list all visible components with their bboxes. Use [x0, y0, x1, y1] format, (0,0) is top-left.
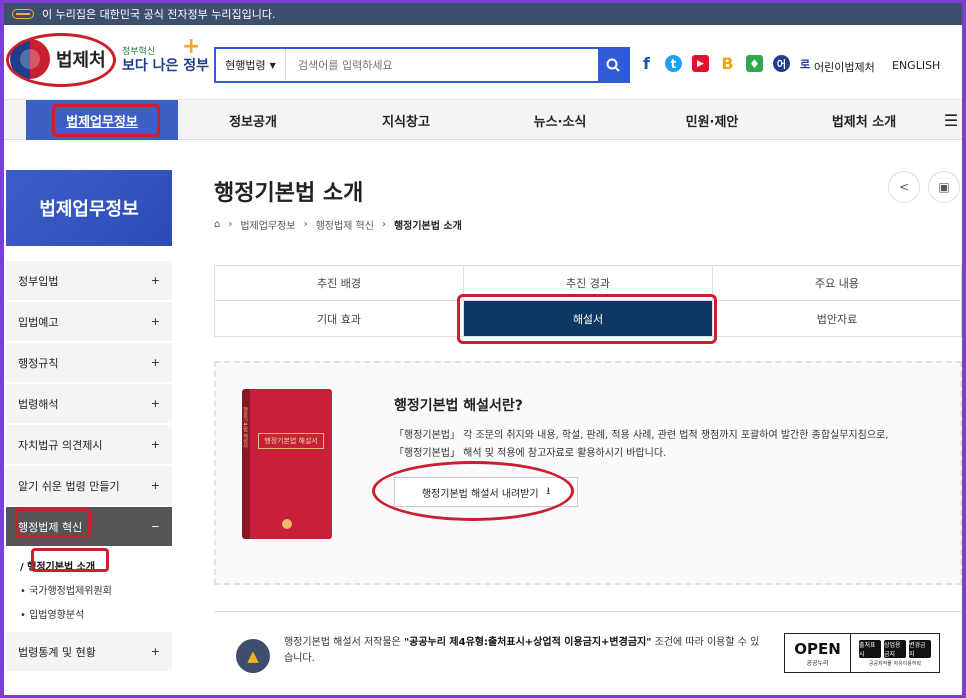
sidebar-item-statistics[interactable]: 법령통계 및 현황 +: [6, 632, 172, 672]
site-header: 법제처 정부혁신 보다 나은 정부 + 현행법령 ▼ f t ▶ B ♦ 어 로: [4, 25, 962, 100]
tab-expected-effects[interactable]: 기대 효과: [215, 301, 464, 336]
hamburger-icon[interactable]: ☰: [940, 100, 962, 140]
highlight-ring: [372, 461, 574, 521]
gov-innovation-slogan: 정부혁신 보다 나은 정부 +: [122, 34, 210, 75]
search-input[interactable]: [286, 49, 598, 81]
sidebar-item-admin-rules[interactable]: 행정규칙 +: [6, 343, 172, 383]
sidebar: 법제업무정보 정부입법 + 입법예고 + 행정규칙 + 법령해석 + 자치법규 의견제시…: [4, 140, 182, 695]
plus-icon: +: [150, 274, 160, 287]
twitter-icon[interactable]: t: [665, 55, 682, 72]
warning-icon: ▲: [236, 639, 270, 673]
book-label: 행정기본법 해설서: [258, 433, 324, 449]
license-notice: 행정기본법 해설서 저작물은 "공공누리 제4유형:출처표시+상업적 이용금지+…: [284, 637, 760, 664]
home-icon[interactable]: ⌂: [214, 219, 220, 230]
facebook-icon[interactable]: f: [638, 54, 655, 73]
plus-icon: +: [150, 438, 160, 451]
sidebar-item-interpretation[interactable]: 법령해석 +: [6, 384, 172, 424]
sub-item-impact[interactable]: • 입법영향분석: [20, 606, 84, 621]
plus-icon: +: [150, 315, 160, 328]
plus-icon: +: [150, 356, 160, 369]
print-icon[interactable]: ▣: [928, 171, 960, 203]
book-cover-image: 행정기본법 해설서 행정기본법 해설서: [242, 389, 332, 539]
breadcrumb-item[interactable]: 법제업무정보: [240, 217, 295, 232]
breadcrumb: ⌂ › 법제업무정보 › 행정법제 혁신 › 행정기본법 소개: [214, 217, 462, 232]
book-spine-text: 행정기본법 해설서: [242, 407, 248, 449]
kids-link[interactable]: 어린이법제처: [814, 59, 875, 75]
social-links: f t ▶ B ♦ 어 로: [638, 54, 811, 73]
non-commercial-icon: 상업용금지: [884, 639, 906, 658]
attribution-icon: 출처표시: [859, 639, 881, 658]
gnb-knowledge[interactable]: 지식창고: [328, 100, 484, 140]
no-derivatives-icon: 변경금지: [909, 639, 931, 658]
license-caption: 공공저작물 자유이용허락: [868, 660, 922, 667]
minus-icon: −: [150, 520, 160, 533]
highlight-ring: [52, 104, 160, 137]
emblem-icon: [282, 519, 292, 529]
share-icon[interactable]: <: [888, 171, 920, 203]
sidebar-item-local-opinion[interactable]: 자치법규 의견제시 +: [6, 425, 172, 465]
sidebar-item-gov-legislation[interactable]: 정부입법 +: [6, 261, 172, 301]
sub-item-committee[interactable]: • 국가행정법제위원회: [20, 582, 112, 597]
highlight-ring: [6, 33, 116, 87]
gnb-civil[interactable]: 민원·제안: [636, 100, 788, 140]
highlight-ring: [15, 508, 91, 538]
plus-icon: +: [150, 645, 160, 658]
tab-background[interactable]: 추진 배경: [215, 266, 464, 301]
tab-bill-materials[interactable]: 법안자료: [713, 301, 961, 336]
divider: [214, 611, 962, 612]
tab-main-content[interactable]: 주요 내용: [713, 266, 961, 301]
breadcrumb-current: 행정기본법 소개: [393, 221, 462, 232]
breadcrumb-item[interactable]: 행정법제 혁신: [316, 217, 374, 232]
content-description: 「행정기본법」 각 조문의 취지와 내용, 학설, 판례, 적용 사례, 관련 …: [394, 430, 889, 459]
search-icon: [606, 58, 620, 72]
gov-banner-text: 이 누리집은 대한민국 공식 전자정부 누리집입니다.: [42, 8, 276, 21]
highlight-ring: [31, 548, 109, 572]
kids-icon-text: 로: [800, 57, 811, 71]
blog-icon[interactable]: B: [719, 54, 736, 73]
plus-icon: +: [182, 34, 201, 59]
kogl-license-badge: OPEN 공공누리 출처표시 상업용금지 변경금지 공공저작물 자유이용허락: [784, 633, 940, 673]
open-logo: OPEN 공공누리: [785, 634, 851, 672]
commentary-panel: 행정기본법 해설서 행정기본법 해설서 행정기본법 해설서란? 「행정기본법」 …: [214, 361, 962, 585]
sidebar-item-notice[interactable]: 입법예고 +: [6, 302, 172, 342]
caret-down-icon: ▼: [269, 60, 276, 70]
youtube-icon[interactable]: ▶: [692, 55, 709, 72]
sidebar-item-easy-law[interactable]: 알기 쉬운 법령 만들기 +: [6, 466, 172, 506]
highlight-ring: [457, 294, 717, 344]
page-frame: 이 누리집은 대한민국 공식 전자정부 누리집입니다. 법제처 정부혁신 보다 …: [4, 3, 962, 695]
sidebar-title: 법제업무정보: [6, 170, 172, 246]
search-scope-select[interactable]: 현행법령 ▼: [216, 49, 286, 81]
search-bar: 현행법령 ▼: [214, 47, 630, 83]
kakao-icon[interactable]: ♦: [746, 55, 763, 72]
content-heading: 행정기본법 해설서란?: [394, 398, 523, 414]
page-title: 행정기본법 소개: [214, 181, 364, 206]
gov-flag-icon: [12, 9, 34, 19]
gov-banner: 이 누리집은 대한민국 공식 전자정부 누리집입니다.: [4, 3, 962, 25]
english-link[interactable]: ENGLISH: [892, 59, 940, 72]
kids-mascot-icon[interactable]: 어: [773, 55, 790, 72]
gnb-news[interactable]: 뉴스·소식: [484, 100, 636, 140]
gnb-info-disclosure[interactable]: 정보공개: [178, 100, 328, 140]
search-button[interactable]: [598, 49, 628, 81]
plus-icon: +: [150, 479, 160, 492]
plus-icon: +: [150, 397, 160, 410]
gnb-about[interactable]: 법제처 소개: [788, 100, 940, 140]
